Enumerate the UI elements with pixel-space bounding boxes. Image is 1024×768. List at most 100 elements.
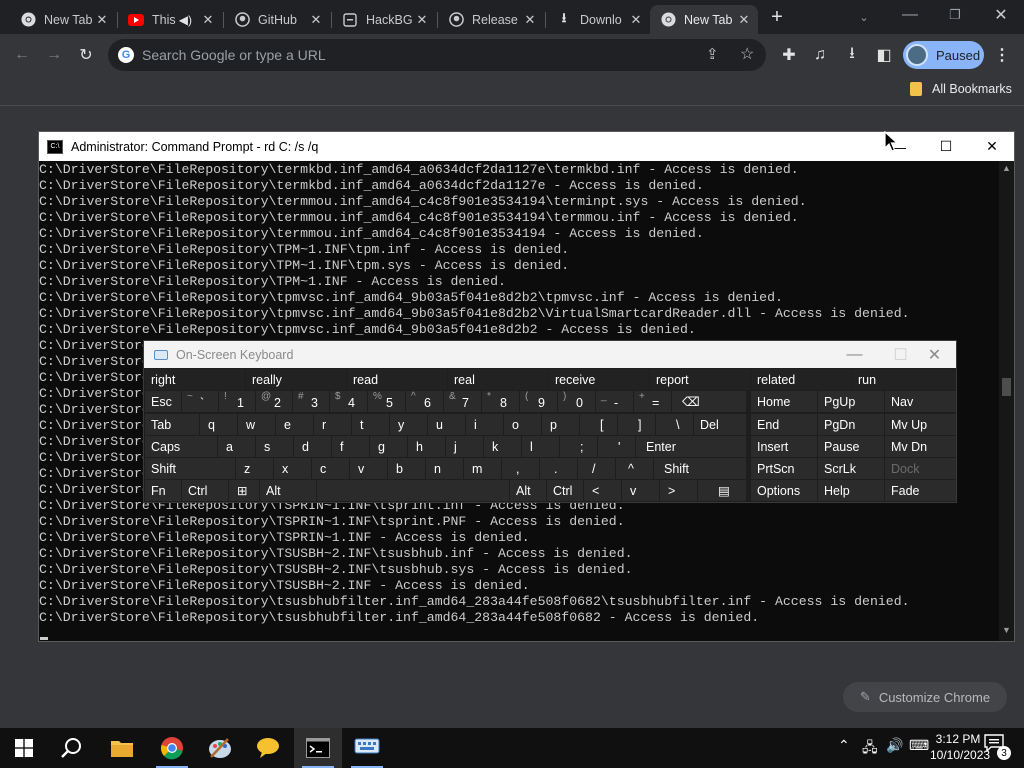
taskbar-sticky-notes[interactable] <box>244 728 292 768</box>
key-enter[interactable]: Enter <box>636 436 746 457</box>
key-pgdn[interactable]: PgDn <box>818 414 884 435</box>
word-suggestion[interactable]: related <box>751 369 851 390</box>
key-m[interactable]: m <box>464 458 501 479</box>
close-window-icon[interactable]: ✕ <box>987 1 1015 29</box>
tab-download[interactable]: ⭳ Downlo ✕ <box>546 5 650 34</box>
taskbar-command-prompt[interactable] <box>294 728 342 768</box>
taskbar-clock[interactable]: 3:12 PM 10/10/2023 <box>930 731 990 763</box>
profile-button[interactable]: Paused <box>903 41 984 69</box>
key-period[interactable]: . <box>540 458 577 479</box>
key-u[interactable]: u <box>428 414 465 435</box>
share-icon[interactable]: ⇪ <box>706 45 719 63</box>
key-q[interactable]: q <box>200 414 237 435</box>
taskbar-file-explorer[interactable] <box>98 728 146 768</box>
forward-icon[interactable]: → <box>40 41 68 69</box>
key-right-arrow[interactable]: > <box>660 480 697 501</box>
downloads-icon[interactable]: ⭳ <box>838 41 866 69</box>
key-3[interactable]: #3 <box>293 391 329 412</box>
reload-icon[interactable]: ↻ <box>72 41 100 69</box>
key-h[interactable]: h <box>408 436 445 457</box>
key-e[interactable]: e <box>276 414 313 435</box>
key-shift-left[interactable]: Shift <box>145 458 235 479</box>
side-panel-icon[interactable]: ◧ <box>870 41 898 69</box>
key-insert[interactable]: Insert <box>751 436 817 457</box>
word-suggestion[interactable]: read <box>347 369 447 390</box>
key-left-arrow[interactable]: < <box>584 480 621 501</box>
key-quote[interactable]: ' <box>598 436 635 457</box>
scroll-thumb[interactable] <box>1002 378 1011 396</box>
key-d[interactable]: d <box>294 436 331 457</box>
word-suggestion[interactable]: right <box>145 369 245 390</box>
restore-icon[interactable]: ❐ <box>941 1 969 29</box>
key-2[interactable]: @2 <box>256 391 292 412</box>
key-left-bracket[interactable]: [ <box>580 414 617 435</box>
key-home[interactable]: Home <box>751 391 817 412</box>
customize-chrome-button[interactable]: ✎ Customize Chrome <box>843 682 1007 712</box>
key-comma[interactable]: , <box>502 458 539 479</box>
close-icon[interactable]: ✕ <box>414 12 430 28</box>
key-f[interactable]: f <box>332 436 369 457</box>
key-mv-up[interactable]: Mv Up <box>885 414 956 435</box>
key-scrlk[interactable]: ScrLk <box>818 458 884 479</box>
tab-youtube[interactable]: This ◀) ✕ <box>118 5 222 34</box>
minimize-button[interactable]: — <box>876 132 922 161</box>
key-y[interactable]: y <box>390 414 427 435</box>
key-backspace[interactable]: ⌫ <box>672 391 746 412</box>
close-icon[interactable]: ✕ <box>308 12 324 28</box>
key-ctrl-right[interactable]: Ctrl <box>547 480 583 501</box>
tab-hackbg[interactable]: HackBG ✕ <box>332 5 436 34</box>
key-z[interactable]: z <box>236 458 273 479</box>
key-del[interactable]: Del <box>694 414 746 435</box>
key-g[interactable]: g <box>370 436 407 457</box>
key-shift-right[interactable]: Shift <box>654 458 746 479</box>
tab-new-tab-1[interactable]: New Tab ✕ <box>10 5 116 34</box>
osk-close-button[interactable]: ✕ <box>912 341 957 368</box>
maximize-button[interactable]: ☐ <box>923 132 969 161</box>
tab-release[interactable]: Release ✕ <box>438 5 544 34</box>
tab-new-tab-active[interactable]: New Tab ✕ <box>650 5 758 34</box>
key-4[interactable]: $4 <box>330 391 367 412</box>
key-caps[interactable]: Caps <box>145 436 217 457</box>
key-slash[interactable]: / <box>578 458 615 479</box>
close-icon[interactable]: ✕ <box>628 12 644 28</box>
osk-minimize-button[interactable]: — <box>832 341 877 368</box>
media-control-icon[interactable]: ♫ <box>806 41 834 69</box>
key-backtick[interactable]: ~ ` <box>182 391 218 412</box>
network-icon[interactable]: 🖧 <box>862 737 878 761</box>
key-pgup[interactable]: PgUp <box>818 391 884 412</box>
key-l[interactable]: l <box>522 436 559 457</box>
key-backslash[interactable]: \ <box>656 414 693 435</box>
taskbar-paint-app[interactable] <box>196 728 244 768</box>
key-a[interactable]: a <box>218 436 255 457</box>
speaker-icon[interactable]: ◀) <box>179 13 192 27</box>
close-icon[interactable]: ✕ <box>200 12 216 28</box>
word-suggestion[interactable]: report <box>650 369 750 390</box>
console-scrollbar[interactable]: ▲ ▼ <box>999 161 1014 641</box>
key-dock[interactable]: Dock <box>885 458 956 479</box>
key-fade[interactable]: Fade <box>885 480 956 501</box>
key-r[interactable]: r <box>314 414 351 435</box>
key-ctrl-left[interactable]: Ctrl <box>182 480 228 501</box>
tab-github[interactable]: GitHub ✕ <box>224 5 330 34</box>
all-bookmarks-button[interactable]: All Bookmarks <box>910 82 1012 96</box>
notification-center-button[interactable]: 3 <box>984 734 1011 760</box>
close-icon[interactable]: ✕ <box>522 12 538 28</box>
command-prompt-titlebar[interactable]: C:\ Administrator: Command Prompt - rd C… <box>39 132 1014 161</box>
key-semicolon[interactable]: ; <box>560 436 597 457</box>
key-esc[interactable]: Esc <box>145 391 181 412</box>
key-7[interactable]: & 7 <box>444 391 481 412</box>
key-n[interactable]: n <box>426 458 463 479</box>
key-8[interactable]: * 8 <box>482 391 519 412</box>
key-v[interactable]: v <box>350 458 387 479</box>
word-suggestion[interactable]: really <box>246 369 346 390</box>
osk-titlebar[interactable]: On-Screen Keyboard — ☐ ✕ <box>144 341 956 368</box>
scroll-up-arrow-icon[interactable]: ▲ <box>1002 163 1011 173</box>
key-equals[interactable]: + = <box>634 391 671 412</box>
key-pause[interactable]: Pause <box>818 436 884 457</box>
bookmark-star-icon[interactable]: ☆ <box>740 44 754 64</box>
close-button[interactable]: ✕ <box>969 132 1015 161</box>
key-help[interactable]: Help <box>818 480 884 501</box>
key-alt-left[interactable]: Alt <box>260 480 316 501</box>
word-suggestion[interactable]: receive <box>549 369 649 390</box>
key-prtscn[interactable]: PrtScn <box>751 458 817 479</box>
